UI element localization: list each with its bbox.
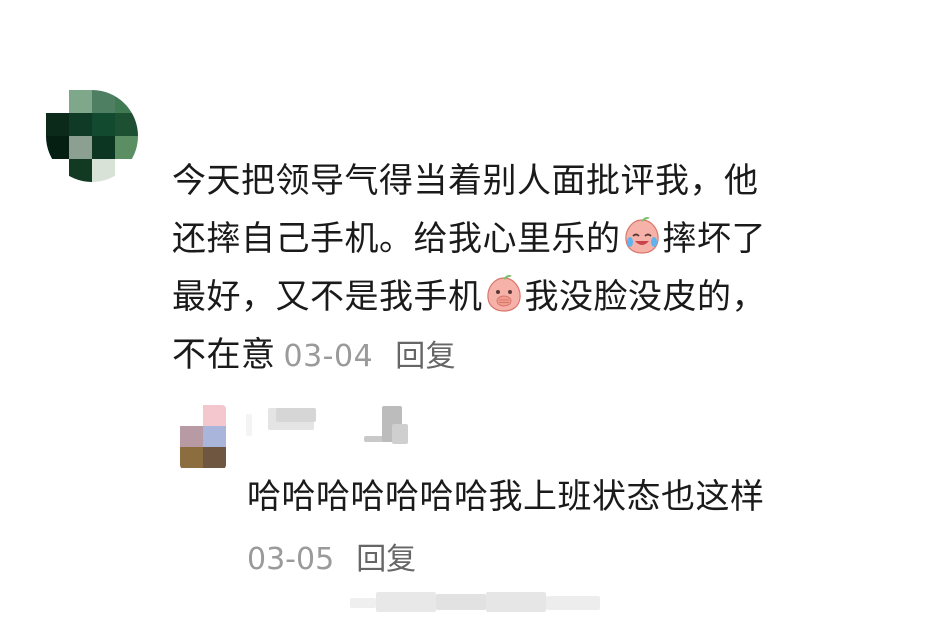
comment-line: 还摔自己手机。给我心里乐的 <box>172 219 621 259</box>
comment-line: 摔坏了 <box>662 219 766 259</box>
replier-username-blurred[interactable] <box>246 406 414 448</box>
reply-reply-button[interactable]: 回复 <box>356 542 416 577</box>
reply-date: 03-05 <box>247 542 335 577</box>
comment-body: 今天把领导气得当着别人面批评我，他 还摔自己手机。给我心里乐的 摔坏了 最好，又… <box>172 152 912 386</box>
replier-avatar[interactable] <box>180 405 226 469</box>
reply-button[interactable]: 回复 <box>395 339 456 374</box>
comment-line: 不在意 <box>172 335 276 375</box>
blurred-text-strip <box>350 584 600 618</box>
reply-meta: 03-05 回复 <box>247 540 416 584</box>
comment-line: 我没脸没皮的， <box>524 277 766 317</box>
covering-mouth-peach-icon <box>486 274 521 312</box>
crying-laughing-peach-icon <box>624 216 659 254</box>
comment-date: 03-04 <box>283 339 374 374</box>
reply-body: 哈哈哈哈哈哈哈我上班状态也这样 <box>247 477 765 517</box>
comment-line: 今天把领导气得当着别人面批评我，他 <box>172 161 759 201</box>
commenter-avatar[interactable] <box>46 90 138 182</box>
comment-line: 最好，又不是我手机 <box>172 277 483 317</box>
